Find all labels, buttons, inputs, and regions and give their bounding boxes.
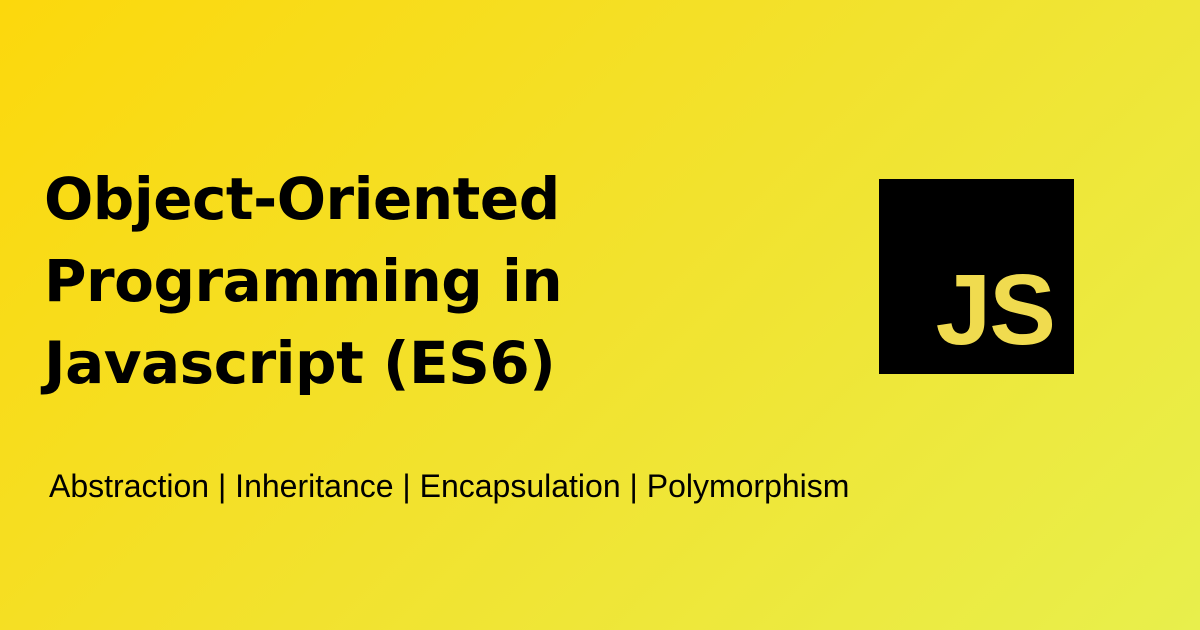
javascript-logo-icon: JS <box>879 179 1074 374</box>
title-line-2: Programming in <box>44 247 563 315</box>
javascript-logo-text: JS <box>935 254 1056 366</box>
banner-card: Object-Oriented Programming in Javascrip… <box>0 0 1200 630</box>
title-line-1: Object-Oriented <box>44 165 560 233</box>
title-line-3: Javascript (ES6) <box>44 329 556 397</box>
page-title: Object-Oriented Programming in Javascrip… <box>44 158 764 404</box>
topics-subtitle: Abstraction | Inheritance | Encapsulatio… <box>49 468 850 504</box>
